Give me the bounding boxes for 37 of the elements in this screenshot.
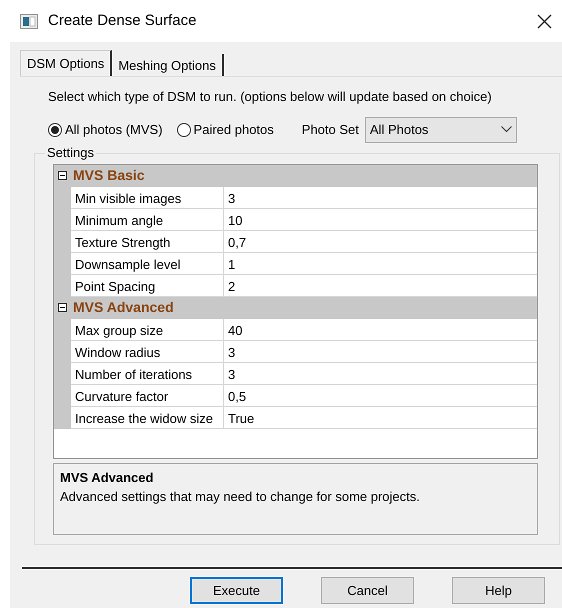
dialog-button[interactable]: Cancel	[321, 577, 414, 604]
description-text: Advanced settings that may need to change for some projects.	[60, 488, 421, 506]
property-name: Increase the widow size	[71, 406, 224, 428]
radio-option[interactable]: Paired photos	[176, 120, 274, 140]
chevron-down-icon	[500, 126, 512, 133]
property-value[interactable]: 3	[224, 186, 537, 208]
property-name: Window radius	[71, 340, 224, 362]
property-name: Curvature factor	[71, 384, 224, 406]
property-name: Max group size	[71, 318, 224, 340]
property-value[interactable]: 40	[224, 318, 537, 340]
description-title: MVS Advanced	[60, 468, 154, 486]
group-title: Settings	[45, 144, 96, 160]
app-icon	[20, 14, 38, 28]
property-name: Downsample level	[71, 252, 224, 274]
property-value[interactable]: 10	[224, 208, 537, 230]
property-value[interactable]: 0,5	[224, 384, 537, 406]
property-name: Texture Strength	[71, 230, 224, 252]
property-value[interactable]: 0,7	[224, 230, 537, 252]
property-value[interactable]: 1	[224, 252, 537, 274]
dialog-button[interactable]: Help	[452, 577, 545, 604]
category-row[interactable]: MVS Advanced	[54, 296, 537, 318]
dialog-button[interactable]: Execute	[190, 577, 283, 604]
property-name: Number of iterations	[71, 362, 224, 384]
collapse-icon[interactable]	[58, 303, 67, 312]
collapse-icon[interactable]	[58, 171, 67, 180]
property-value[interactable]: True	[224, 406, 537, 428]
property-value[interactable]: 3	[224, 340, 537, 362]
property-name: Minimum angle	[71, 208, 224, 230]
window-title: Create Dense Surface	[48, 10, 196, 31]
radio-option[interactable]: All photos (MVS)	[48, 120, 163, 140]
property-value[interactable]: 3	[224, 362, 537, 384]
property-name: Min visible images	[71, 186, 224, 208]
instruction-text: Select which type of DSM to run. (options below will update based on choice)	[48, 88, 493, 106]
field-label: Photo Set	[302, 120, 359, 139]
category-row[interactable]: MVS Basic	[54, 164, 537, 186]
photo-set-dropdown[interactable]: All Photos	[364, 116, 517, 142]
row-margin	[54, 406, 71, 428]
